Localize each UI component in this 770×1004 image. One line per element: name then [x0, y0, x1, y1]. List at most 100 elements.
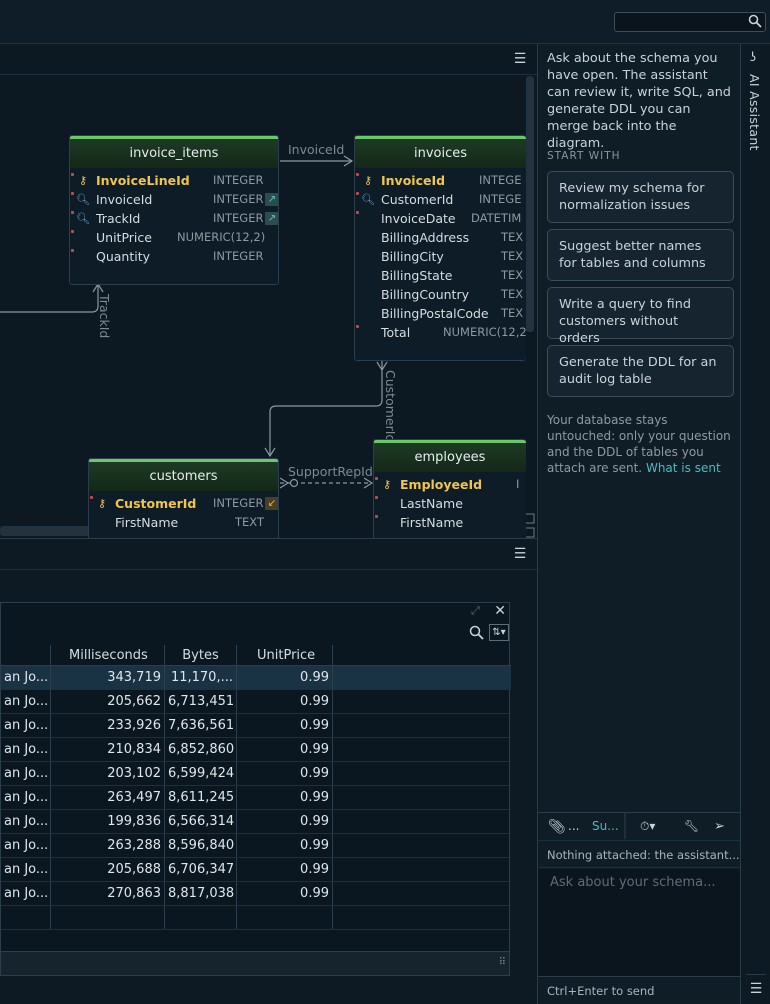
- global-search-input[interactable]: [614, 12, 766, 32]
- what-is-sent-link[interactable]: What is sent: [646, 461, 721, 475]
- table-row[interactable]: an Jo... 270,863 8,817,038 0.99: [1, 882, 511, 906]
- attach-icon[interactable]: 📎︎: [548, 819, 566, 835]
- sort-options-icon[interactable]: ⇅▾: [489, 624, 509, 641]
- cell-bytes[interactable]: 6,706,347: [165, 858, 237, 881]
- cell-bytes[interactable]: 8,611,245: [165, 786, 237, 809]
- query-results-grid[interactable]: ⤢ ✕ ⇅▾ Milliseconds Bytes UnitPrice an J…: [0, 602, 511, 976]
- column-row[interactable]: ⚷ CustomerId INTEGER ↙: [89, 494, 278, 513]
- cell-price[interactable]: 0.99: [237, 786, 333, 809]
- cell-ms[interactable]: 203,102: [51, 762, 165, 785]
- schema-diagram-canvas[interactable]: InvoiceId TrackId CustomerId SupportRepI…: [0, 44, 537, 538]
- cell-name[interactable]: an Jo...: [1, 786, 51, 809]
- cell-name[interactable]: an Jo...: [1, 810, 51, 833]
- mode-selector[interactable]: Su...: [592, 819, 619, 833]
- cell-ms[interactable]: 205,662: [51, 690, 165, 713]
- cell-name[interactable]: an Jo...: [1, 738, 51, 761]
- table-title[interactable]: customers: [89, 459, 278, 491]
- table-title[interactable]: employees: [374, 440, 526, 472]
- cell-ms[interactable]: 233,926: [51, 714, 165, 737]
- cell-price[interactable]: 0.99: [237, 810, 333, 833]
- table-invoices[interactable]: invoices ⚷ InvoiceId INTEGE 🔍︎ CustomerId IN…: [354, 135, 526, 361]
- column-row[interactable]: 🔍︎ TrackId INTEGER ↗: [70, 209, 278, 228]
- cell-price[interactable]: 0.99: [237, 882, 333, 905]
- cell-price[interactable]: 0.99: [237, 714, 333, 737]
- cell-bytes[interactable]: 6,852,860: [165, 738, 237, 761]
- cell-bytes[interactable]: 6,599,424: [165, 762, 237, 785]
- maximize-icon[interactable]: ⤢: [471, 604, 485, 618]
- cell-ms[interactable]: 199,836: [51, 810, 165, 833]
- cell-bytes[interactable]: 8,817,038: [165, 882, 237, 905]
- column-row[interactable]: ⚷ InvoiceLineId INTEGER: [70, 171, 278, 190]
- cell-price[interactable]: 0.99: [237, 690, 333, 713]
- send-icon[interactable]: ➢: [714, 819, 725, 834]
- resize-grip-icon[interactable]: ⠿: [499, 957, 506, 968]
- column-row[interactable]: BillingPostalCode TEX: [355, 304, 526, 323]
- suggestion-audit-log-ddl[interactable]: Generate the DDL for an audit log table: [547, 345, 734, 397]
- table-title[interactable]: invoices: [355, 136, 526, 168]
- column-row[interactable]: BillingCity TEX: [355, 247, 526, 266]
- cell-ms[interactable]: 210,834: [51, 738, 165, 761]
- table-row[interactable]: an Jo... 205,688 6,706,347 0.99: [1, 858, 511, 882]
- search-icon[interactable]: [748, 14, 762, 28]
- table-row[interactable]: an Jo... 210,834 6,852,860 0.99: [1, 738, 511, 762]
- table-customers[interactable]: customers ⚷ CustomerId INTEGER ↙ FirstName T…: [88, 458, 279, 538]
- bottom-menu-icon[interactable]: ☰: [746, 979, 766, 999]
- cell-ms[interactable]: 263,288: [51, 834, 165, 857]
- cell-ms[interactable]: 343,719: [51, 666, 165, 689]
- ai-assistant-tab[interactable]: ʖ AI Assistant ☰: [740, 44, 770, 1004]
- suggestion-review-schema[interactable]: Review my schema for normalization issue…: [547, 171, 734, 223]
- column-row[interactable]: UnitPrice NUMERIC(12,2): [70, 228, 278, 247]
- cell-bytes[interactable]: 11,170,...: [165, 666, 237, 689]
- cell-price[interactable]: 0.99: [237, 738, 333, 761]
- close-icon[interactable]: ✕: [494, 603, 506, 619]
- cell-name[interactable]: an Jo...: [1, 690, 51, 713]
- table-row[interactable]: an Jo... 205,662 6,713,451 0.99: [1, 690, 511, 714]
- results-menu-icon[interactable]: ☰: [510, 544, 530, 564]
- column-header-milliseconds[interactable]: Milliseconds: [51, 645, 165, 665]
- table-row[interactable]: an Jo... 263,497 8,611,245 0.99: [1, 786, 511, 810]
- column-row[interactable]: FirstName: [374, 513, 526, 532]
- cell-price[interactable]: 0.99: [237, 858, 333, 881]
- table-employees[interactable]: employees ⚷ EmployeeId I LastName FirstNam…: [373, 439, 526, 538]
- suggestion-query-customers[interactable]: Write a query to find customers without …: [547, 287, 734, 346]
- cell-name[interactable]: an Jo...: [1, 666, 51, 689]
- filter-search-icon[interactable]: [469, 625, 485, 641]
- column-row[interactable]: FirstName TEXT: [89, 513, 278, 532]
- column-row[interactable]: BillingCountry TEX: [355, 285, 526, 304]
- cell-price[interactable]: 0.99: [237, 666, 333, 689]
- cell-name[interactable]: an Jo...: [1, 714, 51, 737]
- cell-name[interactable]: an Jo...: [1, 762, 51, 785]
- cell-bytes[interactable]: 6,566,314: [165, 810, 237, 833]
- table-row[interactable]: an Jo... 199,836 6,566,314 0.99: [1, 810, 511, 834]
- prompt-input[interactable]: [538, 869, 740, 976]
- table-row[interactable]: an Jo... 233,926 7,636,561 0.99: [1, 714, 511, 738]
- cell-name[interactable]: an Jo...: [1, 834, 51, 857]
- table-row[interactable]: an Jo... 203,102 6,599,424 0.99: [1, 762, 511, 786]
- table-title[interactable]: invoice_items: [70, 136, 278, 168]
- cell-bytes[interactable]: 6,713,451: [165, 690, 237, 713]
- column-header-name[interactable]: [1, 645, 51, 665]
- history-icon[interactable]: ⏱▾: [640, 819, 655, 834]
- attach-more-button[interactable]: ...: [568, 819, 579, 833]
- cell-price[interactable]: 0.99: [237, 762, 333, 785]
- table-row[interactable]: an Jo... 343,719 11,170,... 0.99: [1, 666, 511, 690]
- cell-ms[interactable]: 263,497: [51, 786, 165, 809]
- column-header-unitprice[interactable]: UnitPrice: [237, 645, 333, 665]
- cell-name[interactable]: an Jo...: [1, 858, 51, 881]
- column-row[interactable]: Quantity INTEGER: [70, 247, 278, 266]
- cell-bytes[interactable]: 8,596,840: [165, 834, 237, 857]
- table-invoice-items[interactable]: invoice_items ⚷ InvoiceLineId INTEGER 🔍︎ In…: [69, 135, 279, 285]
- cell-name[interactable]: an Jo...: [1, 882, 51, 905]
- cell-ms[interactable]: 205,688: [51, 858, 165, 881]
- tools-icon[interactable]: 🔧︎: [684, 819, 699, 833]
- suggestion-better-names[interactable]: Suggest better names for tables and colu…: [547, 229, 734, 281]
- column-header-bytes[interactable]: Bytes: [165, 645, 237, 665]
- column-row[interactable]: LastName: [374, 494, 526, 513]
- column-row[interactable]: BillingAddress TEX: [355, 228, 526, 247]
- table-row[interactable]: an Jo... 263,288 8,596,840 0.99: [1, 834, 511, 858]
- cell-price[interactable]: 0.99: [237, 834, 333, 857]
- column-row[interactable]: BillingState TEX: [355, 266, 526, 285]
- column-row[interactable]: 🔍︎ CustomerId INTEGE: [355, 190, 526, 209]
- cell-bytes[interactable]: 7,636,561: [165, 714, 237, 737]
- cell-ms[interactable]: 270,863: [51, 882, 165, 905]
